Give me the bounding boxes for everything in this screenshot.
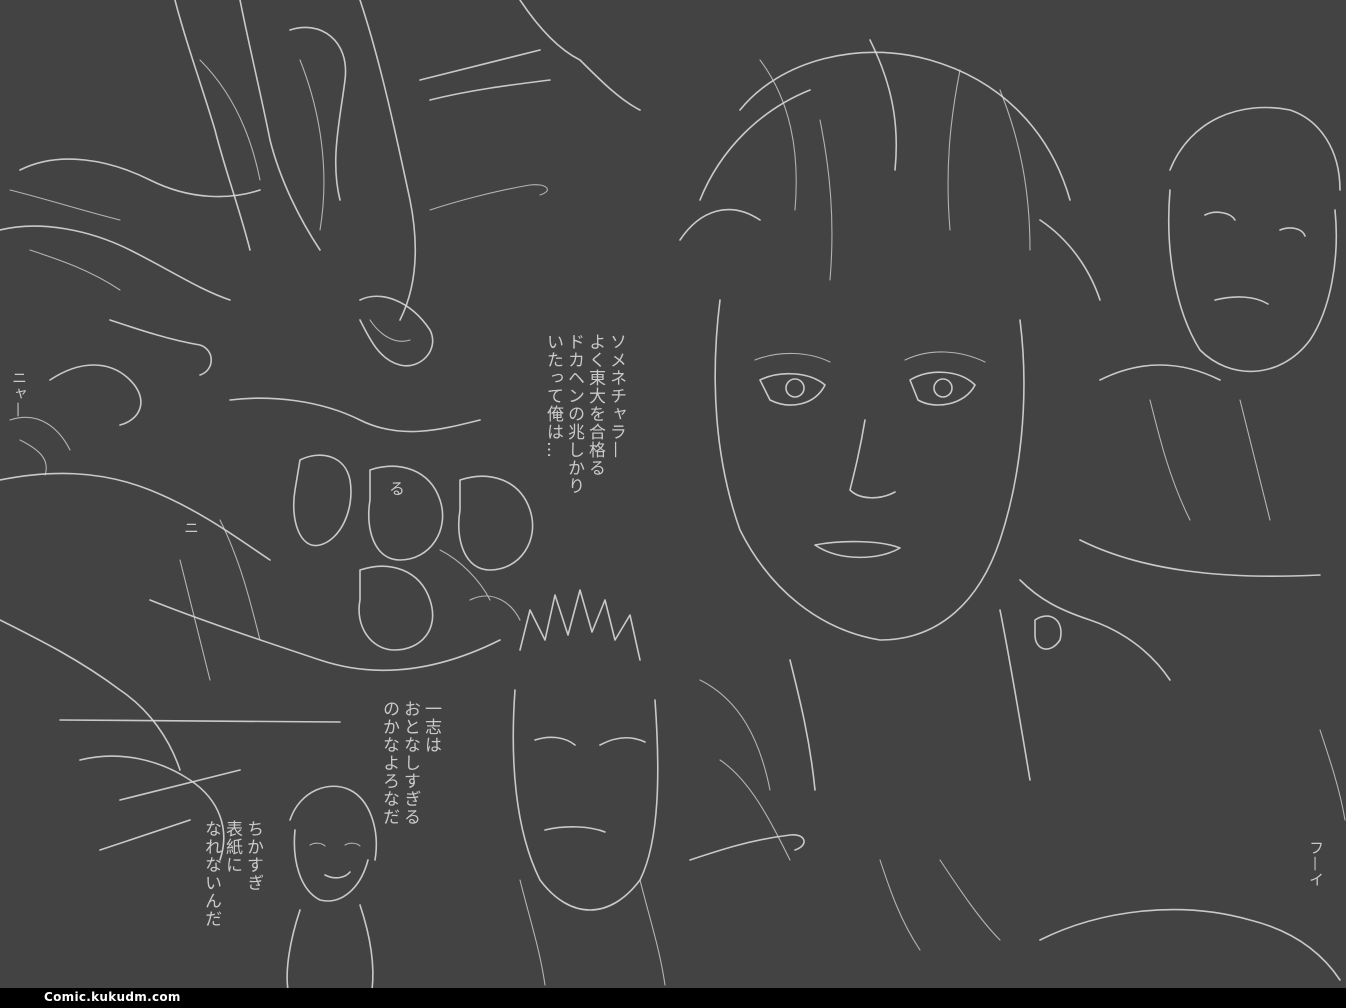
sketch-face-central [679, 39, 1171, 951]
sketch-face-right [1039, 106, 1346, 981]
handwritten-note-ru: る [386, 480, 405, 497]
handwritten-note-ni: ニ [182, 520, 200, 536]
sketch-figure-bottom-small [286, 785, 378, 991]
watermark-bar: Comic.kukudm.com [0, 988, 1346, 1008]
handwritten-note-nya: ニャ— [10, 370, 28, 418]
handwritten-note-tokyo: ソメネチャラ— よく東大を合格る ドカヘンの兆しかり いたって俺は… [543, 333, 626, 495]
handwritten-note-kazushi: 一志は おとなしすぎる のかなよろなだ [379, 700, 441, 826]
handwritten-note-fui: フ—イ [1307, 840, 1325, 888]
sketch-figure-spiky [512, 589, 805, 986]
sketch-figure-middle-left [0, 397, 534, 861]
sketch-page: ソメネチャラ— よく東大を合格る ドカヘンの兆しかり いたって俺は… 一志は お… [0, 0, 1346, 1008]
handwritten-note-cover: ちかすぎ 表紙に なれないんだ [201, 820, 263, 928]
watermark-text: Comic.kukudm.com [44, 990, 181, 1004]
